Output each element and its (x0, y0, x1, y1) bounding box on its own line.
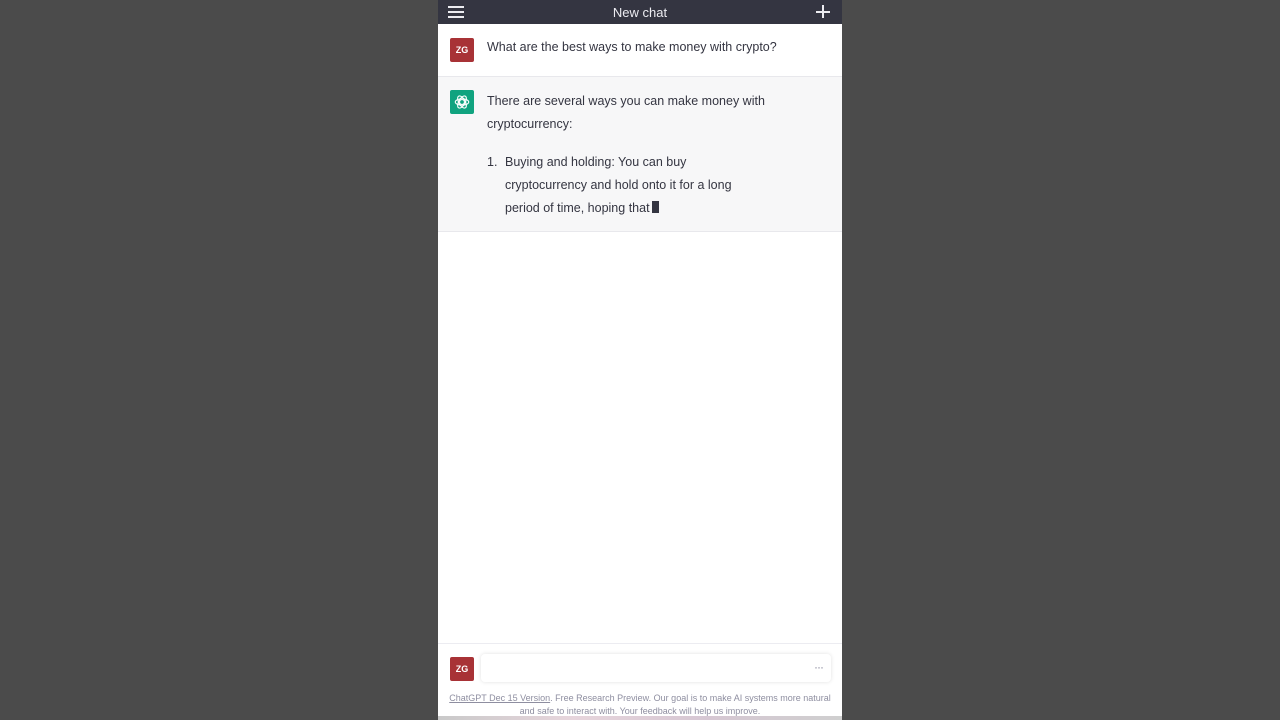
footer-disclaimer: ChatGPT Dec 15 Version. Free Research Pr… (448, 692, 832, 718)
list-item: Buying and holding: You can buy cryptocu… (505, 151, 765, 220)
message-input[interactable]: ··· (481, 654, 831, 682)
right-backdrop (842, 0, 1280, 720)
hamburger-icon[interactable] (448, 2, 464, 22)
chat-window: New chat ZG What are the best ways to ma… (438, 0, 842, 720)
taskbar-strip (438, 716, 842, 720)
avatar: ZG (450, 38, 474, 62)
page-title: New chat (612, 4, 668, 20)
list-item-text: Buying and holding: You can buy cryptocu… (505, 155, 732, 215)
list-item-number: 1. (487, 155, 498, 169)
disclaimer-text: . Free Research Preview. Our goal is to … (519, 693, 831, 716)
assistant-message: There are several ways you can make mone… (438, 77, 842, 232)
plus-icon[interactable] (816, 0, 830, 24)
left-backdrop (0, 0, 438, 720)
ellipsis-icon[interactable]: ··· (814, 660, 824, 674)
top-bar: New chat (438, 0, 842, 24)
typing-cursor (651, 201, 659, 213)
openai-logo-icon (450, 90, 474, 114)
version-link[interactable]: ChatGPT Dec 15 Version (449, 693, 550, 703)
composer-area: ZG ··· ChatGPT Dec 15 Version. Free Rese… (438, 643, 842, 720)
user-message: ZG What are the best ways to make money … (438, 24, 842, 77)
user-message-text: What are the best ways to make money wit… (487, 40, 777, 54)
avatar: ZG (450, 657, 474, 681)
assistant-intro-text: There are several ways you can make mone… (487, 94, 765, 131)
